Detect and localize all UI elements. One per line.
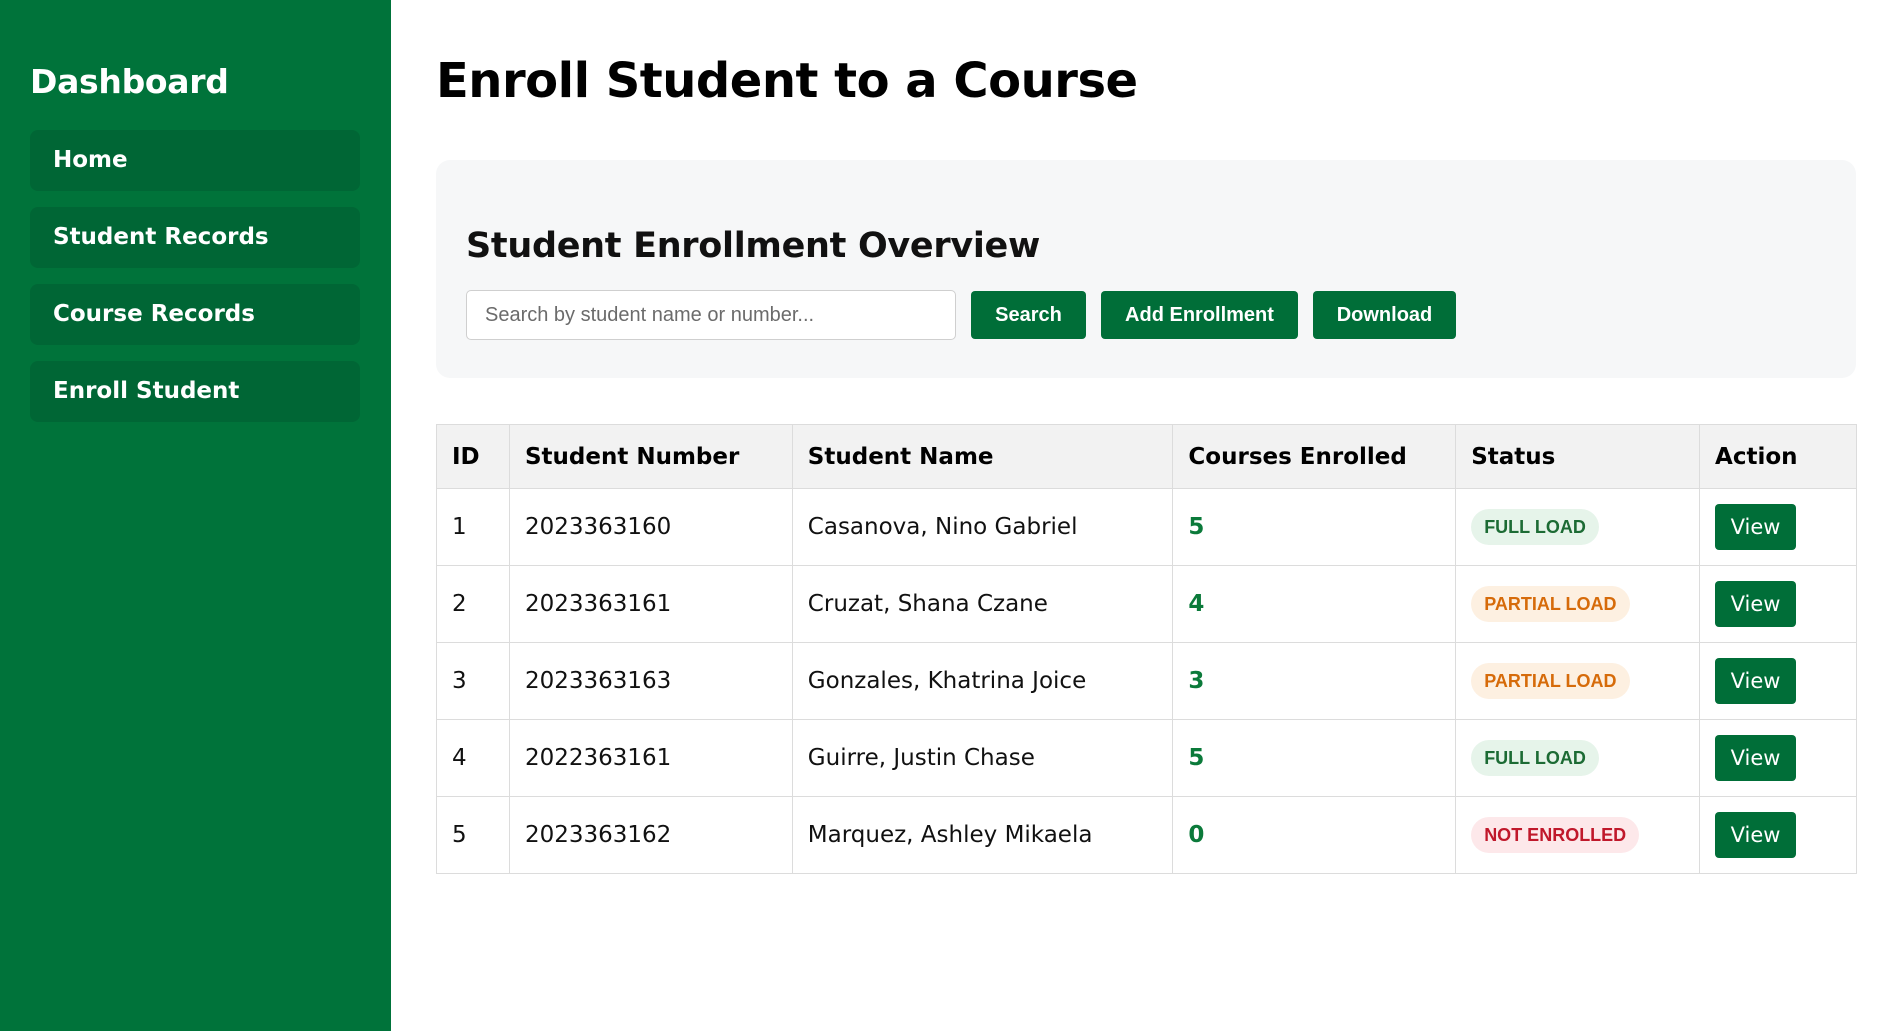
main-content: Enroll Student to a Course Student Enrol…	[391, 0, 1887, 1031]
cell-id: 2	[436, 565, 510, 643]
cell-courses-enrolled: 5	[1172, 719, 1457, 797]
view-button[interactable]: View	[1715, 581, 1797, 627]
cell-student-name: Gonzales, Khatrina Joice	[791, 642, 1174, 720]
controls-bar: Search Add Enrollment Download	[466, 290, 1856, 340]
cell-id: 5	[436, 796, 510, 874]
header-courses-enrolled[interactable]: Courses Enrolled	[1172, 424, 1457, 489]
status-badge: PARTIAL LOAD	[1471, 586, 1630, 622]
view-button[interactable]: View	[1715, 735, 1797, 781]
sidebar-item-home[interactable]: Home	[30, 130, 360, 191]
status-badge: FULL LOAD	[1471, 509, 1599, 545]
cell-status: FULL LOAD	[1455, 719, 1701, 797]
cell-action: View	[1699, 488, 1857, 566]
cell-action: View	[1699, 719, 1857, 797]
cell-action: View	[1699, 565, 1857, 643]
cell-courses-enrolled: 3	[1172, 642, 1457, 720]
cell-courses-enrolled: 0	[1172, 796, 1457, 874]
enrollment-table: ID Student Number Student Name Courses E…	[436, 424, 1857, 874]
add-enrollment-button[interactable]: Add Enrollment	[1101, 291, 1298, 339]
header-id[interactable]: ID	[436, 424, 510, 489]
cell-status: PARTIAL LOAD	[1455, 565, 1701, 643]
cell-id: 4	[436, 719, 510, 797]
cell-courses-enrolled: 4	[1172, 565, 1457, 643]
cell-student-number: 2023363163	[508, 642, 793, 720]
cell-student-name: Cruzat, Shana Czane	[791, 565, 1174, 643]
cell-student-name: Casanova, Nino Gabriel	[791, 488, 1174, 566]
header-action: Action	[1699, 424, 1857, 489]
status-badge: PARTIAL LOAD	[1471, 663, 1630, 699]
search-button[interactable]: Search	[971, 291, 1086, 339]
header-status[interactable]: Status	[1455, 424, 1701, 489]
sidebar-title: Dashboard	[30, 62, 229, 101]
cell-student-number: 2023363160	[508, 488, 793, 566]
cell-student-number: 2023363162	[508, 796, 793, 874]
download-button[interactable]: Download	[1313, 291, 1456, 339]
cell-student-name: Guirre, Justin Chase	[791, 719, 1174, 797]
cell-id: 3	[436, 642, 510, 720]
cell-action: View	[1699, 642, 1857, 720]
table-header-row: ID Student Number Student Name Courses E…	[436, 424, 1857, 489]
status-badge: NOT ENROLLED	[1471, 817, 1640, 853]
view-button[interactable]: View	[1715, 658, 1797, 704]
sidebar-item-student-records[interactable]: Student Records	[30, 207, 360, 268]
status-badge: FULL LOAD	[1471, 740, 1599, 776]
cell-status: PARTIAL LOAD	[1455, 642, 1701, 720]
cell-status: NOT ENROLLED	[1455, 796, 1701, 874]
app: Dashboard Home Student Records Course Re…	[0, 0, 1887, 1031]
sidebar: Dashboard Home Student Records Course Re…	[0, 0, 391, 1031]
cell-action: View	[1699, 796, 1857, 874]
page-title: Enroll Student to a Course	[436, 53, 1138, 109]
table-row: 4 2022363161 Guirre, Justin Chase 5 FULL…	[436, 719, 1857, 797]
table-row: 3 2023363163 Gonzales, Khatrina Joice 3 …	[436, 642, 1857, 720]
sidebar-item-enroll-student[interactable]: Enroll Student	[30, 361, 360, 422]
table-row: 2 2023363161 Cruzat, Shana Czane 4 PARTI…	[436, 565, 1857, 643]
cell-status: FULL LOAD	[1455, 488, 1701, 566]
cell-student-number: 2022363161	[508, 719, 793, 797]
view-button[interactable]: View	[1715, 504, 1797, 550]
cell-student-name: Marquez, Ashley Mikaela	[791, 796, 1174, 874]
header-student-name[interactable]: Student Name	[791, 424, 1174, 489]
cell-id: 1	[436, 488, 510, 566]
sidebar-item-course-records[interactable]: Course Records	[30, 284, 360, 345]
search-input[interactable]	[466, 290, 956, 340]
table-row: 5 2023363162 Marquez, Ashley Mikaela 0 N…	[436, 796, 1857, 874]
cell-courses-enrolled: 5	[1172, 488, 1457, 566]
enrollment-overview-panel: Student Enrollment Overview Search Add E…	[436, 160, 1856, 378]
table-row: 1 2023363160 Casanova, Nino Gabriel 5 FU…	[436, 488, 1857, 566]
view-button[interactable]: View	[1715, 812, 1797, 858]
header-student-number[interactable]: Student Number	[508, 424, 793, 489]
cell-student-number: 2023363161	[508, 565, 793, 643]
panel-title: Student Enrollment Overview	[466, 226, 1040, 266]
